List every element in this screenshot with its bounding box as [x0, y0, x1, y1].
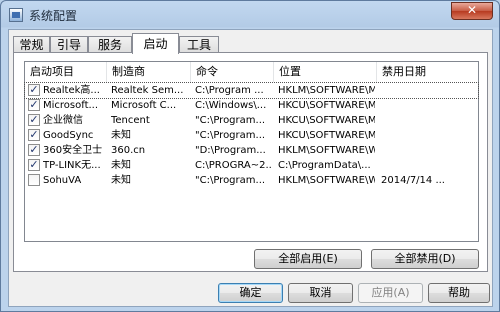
table-row[interactable]: ✓ 360安全卫士 360.cn "D:\Program... HKLM\SOF…: [25, 143, 478, 158]
cell-maker: 360.cn: [111, 145, 146, 156]
check-icon: ✓: [29, 128, 39, 141]
ok-button[interactable]: 确定: [218, 283, 283, 303]
cell-location: HKLM\SOFTWARE\M...: [278, 85, 375, 96]
table-row[interactable]: ✓ Microsoft... Microsoft C... C:\Windows…: [25, 98, 478, 113]
cell-location: C:\ProgramData\...: [278, 160, 371, 171]
cell-item: Realtek高...: [43, 85, 100, 96]
cell-command: C:\PROGRA~2...: [195, 160, 272, 171]
dialog-body: 常规 引导 服务 启动 工具 启动项目 制造商 命令 位置 禁用日期 ✓ Rea…: [8, 29, 493, 307]
row-checkbox[interactable]: [28, 174, 40, 186]
check-icon: ✓: [29, 83, 39, 96]
enable-all-button[interactable]: 全部启用(E): [254, 249, 362, 269]
cell-item: 企业微信: [43, 115, 83, 126]
close-button[interactable]: ✕: [451, 2, 493, 20]
title-bar[interactable]: 系统配置 ✕: [1, 1, 499, 29]
cell-maker: 未知: [111, 160, 131, 171]
column-header-maker[interactable]: 制造商: [107, 62, 191, 82]
table-row[interactable]: ✓ 企业微信 Tencent "C:\Program... HKCU\SOFTW…: [25, 113, 478, 128]
window-title: 系统配置: [29, 9, 78, 23]
cell-date: [381, 98, 476, 113]
column-header-location[interactable]: 位置: [274, 62, 377, 82]
cell-location: HKCU\SOFTWARE\M...: [278, 100, 375, 111]
column-header-command[interactable]: 命令: [191, 62, 274, 82]
table-row[interactable]: ✓ Realtek高... Realtek Sem... C:\Program …: [24, 82, 479, 99]
cell-date: [381, 128, 476, 143]
cell-item: Microsoft...: [43, 100, 99, 111]
cell-date: 2014/7/14 ...: [381, 175, 445, 186]
apply-button[interactable]: 应用(A): [358, 283, 423, 303]
row-checkbox[interactable]: ✓: [28, 84, 40, 96]
tab-strip: 常规 引导 服务 启动 工具: [13, 33, 483, 54]
table-row[interactable]: ✓ TP-LINK无... 未知 C:\PROGRA~2... C:\Progr…: [25, 158, 478, 173]
cell-date: [381, 158, 476, 173]
row-checkbox[interactable]: ✓: [28, 159, 40, 171]
list-header: 启动项目 制造商 命令 位置 禁用日期: [25, 62, 478, 82]
cell-command: C:\Windows\...: [195, 100, 267, 111]
cell-maker: 未知: [111, 175, 131, 186]
cell-command: "C:\Program...: [195, 175, 266, 186]
cell-date: [381, 143, 476, 158]
disable-all-button[interactable]: 全部禁用(D): [371, 249, 479, 269]
system-config-window: 系统配置 ✕ 常规 引导 服务 启动 工具 启动项目 制造商 命令 位置 禁用日…: [0, 0, 500, 312]
cell-maker: Realtek Sem...: [111, 85, 184, 96]
app-icon: [9, 8, 23, 22]
cell-maker: Microsoft C...: [111, 100, 177, 111]
cell-date: [381, 113, 476, 128]
cell-date: [381, 83, 476, 98]
cancel-button[interactable]: 取消: [288, 283, 353, 303]
cell-command: C:\Program ...: [195, 85, 264, 96]
cell-item: TP-LINK无...: [43, 160, 101, 171]
check-icon: ✓: [29, 98, 39, 111]
row-checkbox[interactable]: ✓: [28, 144, 40, 156]
cell-item: GoodSync: [43, 130, 94, 141]
tab-startup[interactable]: 启动: [132, 33, 179, 54]
check-icon: ✓: [29, 113, 39, 126]
cell-maker: 未知: [111, 130, 131, 141]
check-icon: ✓: [29, 158, 39, 171]
table-row[interactable]: SohuVA 未知 "C:\Program... HKLM\SOFTWARE\W…: [25, 173, 478, 188]
check-icon: ✓: [29, 143, 39, 156]
column-header-item[interactable]: 启动项目: [25, 62, 107, 82]
startup-tab-panel: 启动项目 制造商 命令 位置 禁用日期 ✓ Realtek高... Realte…: [13, 52, 488, 272]
cell-item: SohuVA: [43, 175, 82, 186]
cell-command: "D:\Program...: [195, 145, 266, 156]
row-checkbox[interactable]: ✓: [28, 99, 40, 111]
cell-command: "C:\Program...: [195, 115, 266, 126]
help-button[interactable]: 帮助: [428, 283, 490, 303]
row-checkbox[interactable]: ✓: [28, 129, 40, 141]
cell-location: HKLM\SOFTWARE\W...: [278, 175, 375, 186]
cell-location: HKCU\SOFTWARE\M...: [278, 130, 375, 141]
table-row[interactable]: ✓ GoodSync 未知 "C:\Program... HKCU\SOFTWA…: [25, 128, 478, 143]
cell-location: HKCU\SOFTWARE\M...: [278, 115, 375, 126]
startup-items-list[interactable]: 启动项目 制造商 命令 位置 禁用日期 ✓ Realtek高... Realte…: [24, 61, 479, 242]
row-checkbox[interactable]: ✓: [28, 114, 40, 126]
cell-command: "C:\Program...: [195, 130, 266, 141]
cell-maker: Tencent: [111, 115, 150, 126]
cell-location: HKLM\SOFTWARE\W...: [278, 145, 375, 156]
cell-item: 360安全卫士: [43, 145, 103, 156]
column-header-disabled-date[interactable]: 禁用日期: [377, 62, 478, 82]
